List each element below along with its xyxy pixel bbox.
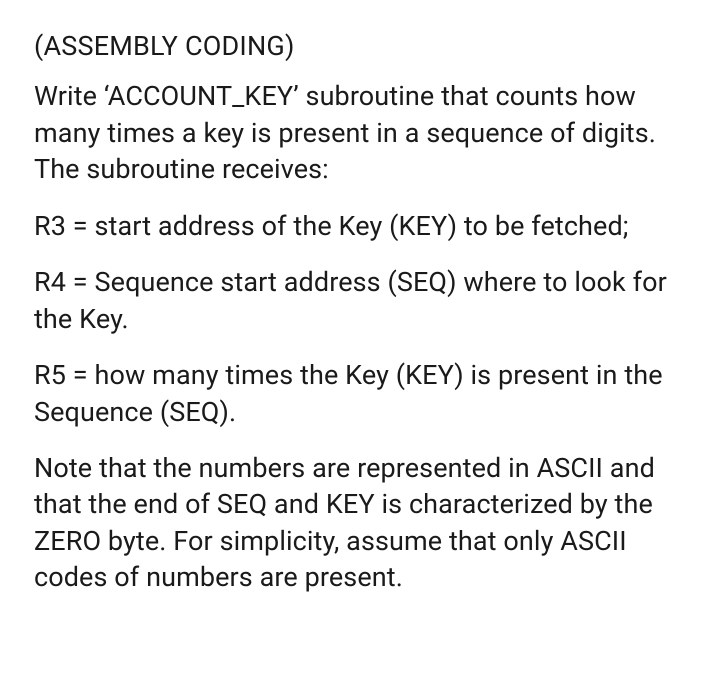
register-r5-paragraph: R5 = how many times the Key (KEY) is pre… [34, 357, 686, 430]
section-heading: (ASSEMBLY CODING) [34, 28, 686, 64]
register-r3-paragraph: R3 = start address of the Key (KEY) to b… [34, 208, 686, 244]
register-r4-paragraph: R4 = Sequence start address (SEQ) where … [34, 264, 686, 337]
note-paragraph: Note that the numbers are represented in… [34, 450, 686, 596]
intro-paragraph: Write ‘ACCOUNT_KEY’ subroutine that coun… [34, 78, 686, 187]
document-page: (ASSEMBLY CODING) Write ‘ACCOUNT_KEY’ su… [0, 0, 720, 624]
